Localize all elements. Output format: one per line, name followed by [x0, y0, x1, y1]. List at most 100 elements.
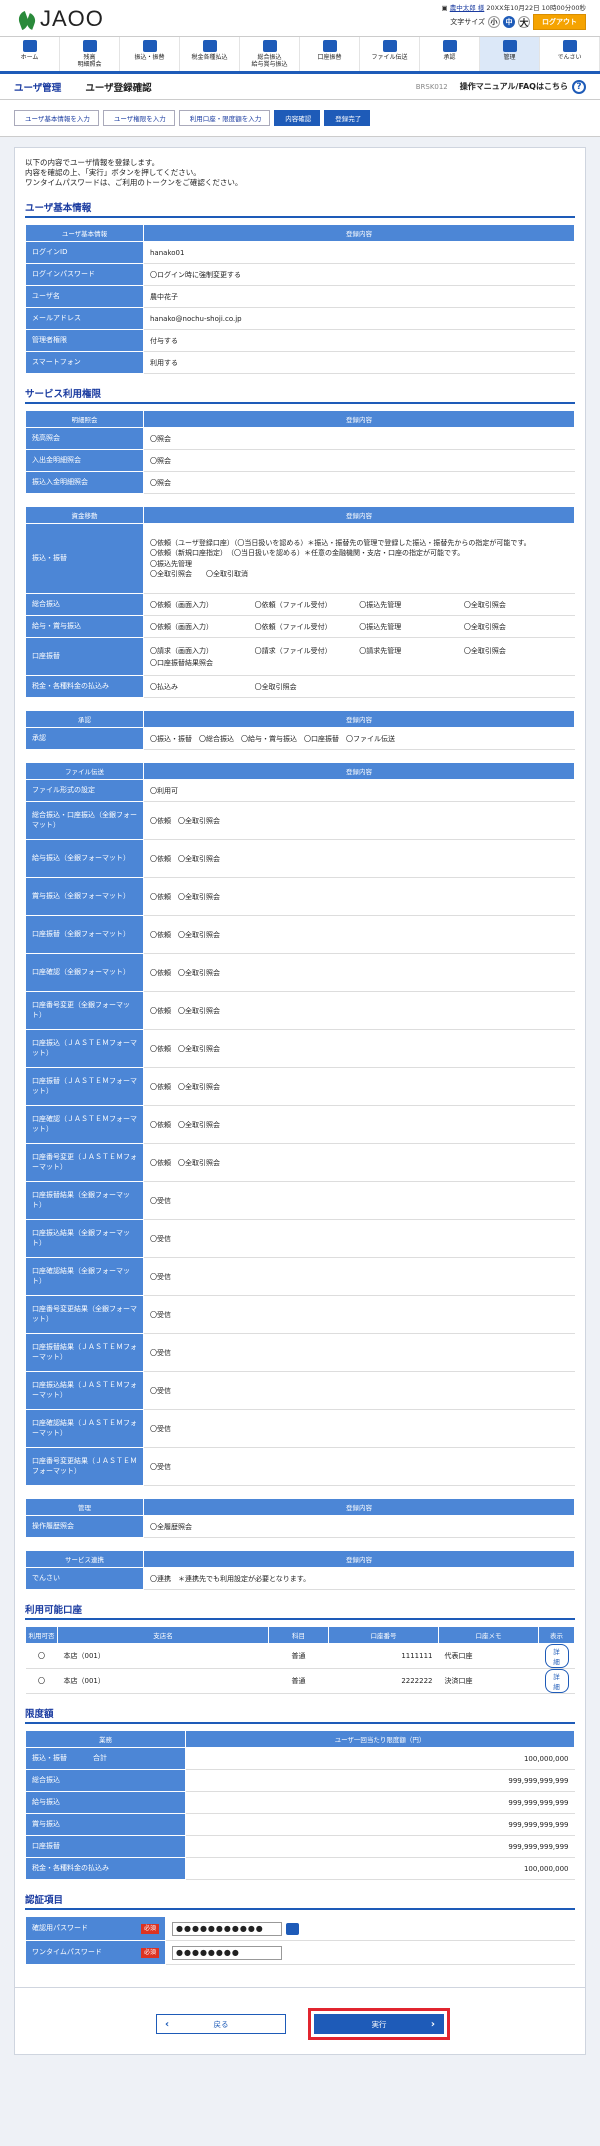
font-mid-button[interactable]: 中 [503, 16, 515, 28]
table-row: 口座確認結果（全銀フォーマット） 〇受信 [25, 1257, 575, 1297]
table-row: 〇本店（001） 普通 2222222 決済口座 詳細 [25, 1668, 575, 1695]
table-row: 口座確認（ＪＡＳＴＥＭフォーマット） 〇依頼 〇全取引照会 [25, 1105, 575, 1145]
user-icon: ▣ [441, 4, 448, 12]
table-row: 振込・振替 〇依頼（ユーザ登録口座）（〇当日扱いを認める）＊振込・振替先の管理で… [25, 523, 575, 595]
screen-code: BRSK012 [415, 82, 448, 91]
nav-admin[interactable]: 管理 [480, 37, 540, 71]
table-row: 税金・各種料金の払込み 〇払込み 〇全取引照会 [25, 675, 575, 699]
nav-approve[interactable]: 承認 [420, 37, 480, 71]
stamp-icon [442, 40, 457, 52]
table-row: でんさい 〇連携 ＊連携先でも利用設定が必要となります。 [25, 1567, 575, 1591]
table-row: 給与・賞与振込 〇依頼（画面入力） 〇依頼（ファイル受付） 〇振込先管理 〇全取引照会 [25, 615, 575, 639]
stack-icon [262, 40, 277, 52]
font-large-button[interactable]: 大 [518, 16, 530, 29]
table-row: 給与振込 999,999,999,999 [25, 1791, 575, 1815]
jaoo-logo[interactable]: JAOO [16, 6, 104, 32]
table-row: 入出金明細照会 〇照会 [25, 449, 575, 473]
confirm-password-input[interactable]: ●●●●●●●●●●● [172, 1921, 282, 1936]
service-link-table: サービス連携 登録内容 でんさい 〇連携 ＊連携先でも利用設定が必要となります。 [25, 1550, 575, 1591]
nav-balance[interactable]: 残高 明細照会 [60, 37, 120, 71]
nav-home[interactable]: ホーム [0, 37, 60, 71]
user-name[interactable]: 農中太郎 様 [450, 4, 485, 12]
user-info: ▣ 農中太郎 様 20XX年10月22日 10時00分00秒 [442, 2, 587, 12]
back-button[interactable]: ‹ 戻る [156, 2014, 286, 2035]
nav-bulk[interactable]: 総合振込 給与賞与振込 [240, 37, 300, 71]
admin-perm-table: 管理 登録内容 操作履歴照会 〇全履歴照会 [25, 1498, 575, 1539]
table-row: 確認用パスワード 必須 ●●●●●●●●●●● [25, 1916, 575, 1942]
folder-icon [382, 40, 397, 52]
software-keyboard-icon[interactable] [286, 1922, 299, 1935]
table-row: ワンタイムパスワード 必須 ●●●●●●●● [25, 1940, 575, 1966]
table-row: 総合振込 999,999,999,999 [25, 1769, 575, 1793]
font-controls: 文字サイズ 小 中 大 ログアウト [450, 14, 586, 30]
help-icon[interactable]: ? [572, 79, 586, 94]
auth-section-title: 認証項目 [25, 1892, 575, 1911]
step-3: 利用口座・限度額を入力 [178, 110, 271, 126]
otp-input[interactable]: ●●●●●●●● [172, 1945, 282, 1960]
faq-link[interactable]: 操作マニュアル/FAQはこちら [460, 81, 568, 92]
nav-densai[interactable]: でんさい [540, 37, 600, 71]
top-bar: JAOO ▣ 農中太郎 様 20XX年10月22日 10時00分00秒 文字サイ… [0, 0, 600, 36]
logout-button[interactable]: ログアウト [533, 14, 586, 30]
table-row: 税金・各種料金の払込み 100,000,000 [25, 1857, 575, 1881]
nav-file[interactable]: ファイル伝送 [360, 37, 420, 71]
intro-text: 以下の内容でユーザ情報を登録します。 内容を確認の上、「実行」ボタンを押してくだ… [25, 158, 243, 188]
page-header: ユーザ管理 ユーザ登録確認 BRSK012 操作マニュアル/FAQはこちら ? [0, 74, 600, 100]
table-row: 残高照会 〇照会 [25, 427, 575, 451]
page-title: ユーザ登録確認 [85, 82, 152, 94]
table-row: 口座振替 〇請求（画面入力） 〇請求（ファイル受付） 〇請求先管理 〇全取引照会 〇口座… [25, 637, 575, 677]
table-row: 口座番号変更結果（ＪＡＳＴＥＭフォーマット） 〇受信 [25, 1447, 575, 1487]
table-row: 口座確認結果（ＪＡＳＴＥＭフォーマット） 〇受信 [25, 1409, 575, 1449]
section-title: ユーザ管理 [14, 82, 62, 94]
chevron-right-icon: › [430, 2018, 435, 2030]
accounts-table: 利用可否 支店名 科目 口座番号 口座メモ 表示 〇本店（001） 普通 1111111 代表口… [25, 1626, 575, 1695]
table-row: スマートフォン 利用する [25, 351, 575, 375]
table-row: 振込・振替 合計 100,000,000 [25, 1747, 575, 1771]
coin-icon [322, 40, 337, 52]
detail-button[interactable]: 詳細 [544, 1644, 569, 1669]
limits-table: 業務 ユーザ一回当たり限度額（円） 振込・振替 合計 100,000,000 総合振込… [25, 1730, 575, 1881]
table-row: メールアドレス hanako@nochu-shoji.co.jp [25, 307, 575, 331]
nav-tax[interactable]: 税金各種払込 [180, 37, 240, 71]
table-row: 口座番号変更結果（全銀フォーマット） 〇受信 [25, 1295, 575, 1335]
table-row: 口座振替 999,999,999,999 [25, 1835, 575, 1859]
font-small-button[interactable]: 小 [488, 16, 500, 28]
table-row: ログインパスワード 〇ログイン時に強制変更する [25, 263, 575, 287]
detail-button[interactable]: 詳細 [544, 1669, 569, 1694]
accounts-section-title: 利用可能口座 [25, 1602, 575, 1621]
perm-section-title: サービス利用権限 [25, 386, 575, 405]
limits-section-title: 限度額 [25, 1706, 575, 1725]
nav-debit[interactable]: 口座振替 [300, 37, 360, 71]
chevron-left-icon: ‹ [165, 2018, 170, 2030]
table-row: 給与振込（全銀フォーマット） 〇依頼 〇全取引照会 [25, 839, 575, 879]
login-time: 20XX年10月22日 10時00分00秒 [486, 4, 586, 12]
table-row: 振込入金明細照会 〇照会 [25, 471, 575, 495]
table-row: 口座振替結果（全銀フォーマット） 〇受信 [25, 1181, 575, 1221]
table-row: 口座振込結果（ＪＡＳＴＥＭフォーマット） 〇受信 [25, 1371, 575, 1411]
table-row: 総合振込・口座振込（全銀フォーマット） 〇依頼 〇全取引照会 [25, 801, 575, 841]
table-row: 口座振替結果（ＪＡＳＴＥＭフォーマット） 〇受信 [25, 1333, 575, 1373]
table-row: 管理者権限 付与する [25, 329, 575, 353]
basic-info-table: ユーザ基本情報 登録内容 ログインID hanako01 ログインパスワード 〇ログイ… [25, 224, 575, 375]
step-2: ユーザ権限を入力 [102, 110, 175, 126]
inquiry-perm-table: 明細照会 登録内容 残高照会 〇照会 入出金明細照会 〇照会 振込入金明細照会 〇照会 [25, 410, 575, 495]
content-card: 以下の内容でユーザ情報を登録します。 内容を確認の上、「実行」ボタンを押してくだ… [14, 147, 586, 1989]
table-row: 口座確認（全銀フォーマット） 〇依頼 〇全取引照会 [25, 953, 575, 993]
table-row: 口座番号変更（全銀フォーマット） 〇依頼 〇全取引照会 [25, 991, 575, 1031]
auth-table: 確認用パスワード 必須 ●●●●●●●●●●● ワンタイムパスワード 必須 ●●●●… [25, 1916, 575, 1966]
table-row: 口座振込（ＪＡＳＴＥＭフォーマット） 〇依頼 〇全取引照会 [25, 1029, 575, 1069]
file-perm-table: ファイル伝送 登録内容 ファイル形式の設定 〇利用可 総合振込・口座振込（全銀フォー… [25, 762, 575, 1487]
table-row: 操作履歴照会 〇全履歴照会 [25, 1515, 575, 1539]
table-row: 賞与振込（全銀フォーマット） 〇依頼 〇全取引照会 [25, 877, 575, 917]
execute-button[interactable]: 実行 › [308, 2008, 450, 2041]
table-row: 総合振込 〇依頼（画面入力） 〇依頼（ファイル受付） 〇振込先管理 〇全取引照会 [25, 593, 575, 617]
nav-transfer[interactable]: 振込・振替 [120, 37, 180, 71]
button-area: ‹ 戻る 実行 › [14, 1988, 586, 2056]
table-row: ファイル形式の設定 〇利用可 [25, 779, 575, 803]
leaf-logo-icon [16, 8, 38, 31]
table-row: 口座振込結果（全銀フォーマット） 〇受信 [25, 1219, 575, 1259]
table-row: 口座番号変更（ＪＡＳＴＥＭフォーマット） 〇依頼 〇全取引照会 [25, 1143, 575, 1183]
approve-perm-table: 承認 登録内容 承認 〇振込・振替 〇総合振込 〇給与・賞与振込 〇口座振替 〇ファ… [25, 710, 575, 751]
progress-steps: ユーザ基本情報を入力 ユーザ権限を入力 利用口座・限度額を入力 内容確認 登録完… [0, 100, 600, 137]
ledger-icon [82, 40, 97, 52]
